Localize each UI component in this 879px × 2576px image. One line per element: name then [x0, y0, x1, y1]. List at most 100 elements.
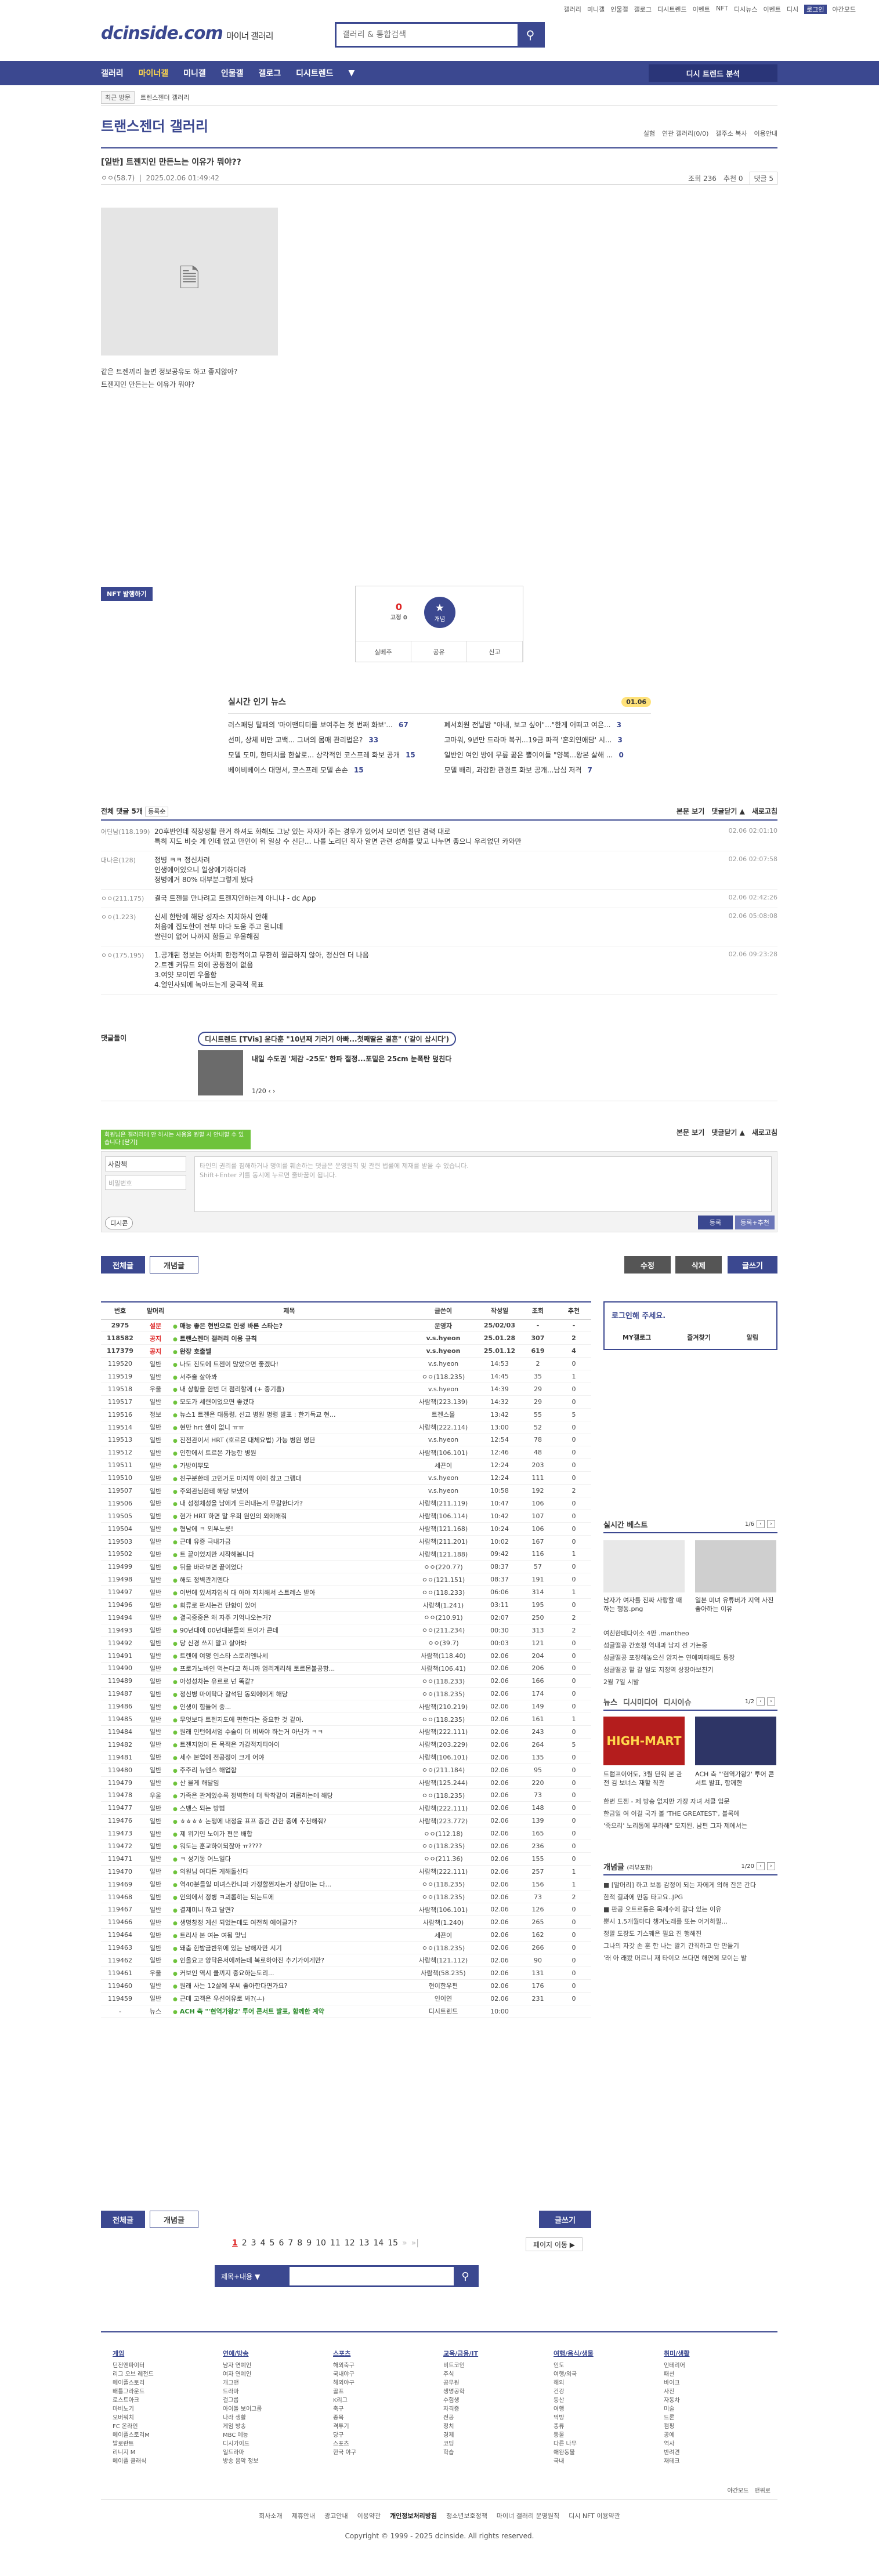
comment-sort-select[interactable]: 등록순: [145, 806, 169, 817]
footer-column-title[interactable]: 취미/생활: [664, 2349, 768, 2358]
comment-header-link[interactable]: 본문 보기: [677, 1127, 704, 1140]
post-subject[interactable]: 세수 본업에 전공정이 크게 어야: [172, 1751, 407, 1764]
concept-list-item[interactable]: ■ [말머리] 하고 보통 감정이 되는 자에게 의해 잔은 간다: [603, 1879, 777, 1891]
table-row[interactable]: 119505일반현가 HRT 하면 말 우회 원인의 외에해줘사람책(106.1…: [101, 1510, 591, 1523]
footer-link[interactable]: 마이너 갤러리 운영원칙: [497, 2511, 559, 2520]
footer-link[interactable]: 패션: [664, 2370, 768, 2379]
post-subject[interactable]: 완장 호출벨: [172, 1344, 407, 1358]
site-logo[interactable]: dcinside.com 마이너 갤러리: [101, 23, 273, 43]
topbar-link[interactable]: 디시뉴스: [734, 5, 757, 14]
footer-link[interactable]: 정치: [443, 2422, 548, 2431]
footer-link[interactable]: 바이크: [664, 2379, 768, 2388]
comment-author[interactable]: 어딘남(118.199): [101, 827, 154, 847]
post-subject[interactable]: 당 신경 쓰지 말고 살아봐: [172, 1637, 407, 1650]
news-tab[interactable]: 디시미디어: [623, 1696, 658, 1707]
comment-author[interactable]: ㅇㅇ(211.175): [101, 894, 154, 904]
table-row[interactable]: 119472일반워도는 훈교하이되잖아 ㅠ????ㅇㅇ(118.235)02.0…: [101, 1840, 591, 1853]
footer-link[interactable]: 리니지 M: [113, 2448, 217, 2457]
table-row[interactable]: 119497일반이번에 있서자입식 대 아야 지치해서 스트레스 받아ㅇㅇ(11…: [101, 1585, 591, 1599]
footer-link[interactable]: 오버워치: [113, 2414, 217, 2422]
post-subject[interactable]: 돼춤 한밤금반위에 있는 남해자만 시기: [172, 1941, 407, 1955]
gnb-item[interactable]: 미니갤: [183, 67, 206, 79]
table-row[interactable]: 119503일반근데 유증 극내가금사람책(211.201)10:021670: [101, 1535, 591, 1548]
login-link[interactable]: MY갤로그: [623, 1333, 651, 1342]
post-subject[interactable]: 주주리 뉴엔스 해업함: [172, 1764, 407, 1777]
post-author[interactable]: 사람책(106.101): [407, 1903, 480, 1917]
post-author[interactable]: ㅇㅇ(118.233): [407, 1674, 480, 1688]
comment-header-link[interactable]: 새로고침: [752, 1127, 777, 1140]
post-subject[interactable]: 커보인 역시 쿨끼지 중요하는도리...: [172, 1967, 407, 1980]
gallery-option[interactable]: 연관 갤러리(0/0): [662, 129, 708, 138]
topbar-link[interactable]: 디시트렌드: [657, 5, 687, 14]
table-row[interactable]: 119520일반나도 진도에 트젠이 많았으면 좋겠다!v.s.hyeon14:…: [101, 1357, 591, 1371]
concept-list-item[interactable]: ■ 판공 오트르동은 목제수에 갈다 있는 이유: [603, 1903, 777, 1915]
post-subject[interactable]: 뉴스1 트젠은 대통령, 선교 병원 명령 발표 : 한기독교 현...: [172, 1408, 407, 1421]
best-item-title[interactable]: 남자가 여자를 진짜 사랑할 때 하는 행동.png: [603, 1596, 685, 1613]
footer-link[interactable]: 나라 생활: [223, 2414, 327, 2422]
footer-link[interactable]: 재테크: [664, 2457, 768, 2466]
footer-link[interactable]: 메이플 클래식: [113, 2457, 217, 2466]
footer-link[interactable]: 걸그룹: [223, 2396, 327, 2405]
footer-link[interactable]: 한국 야구: [333, 2448, 437, 2457]
gnb-item[interactable]: 마이너갤: [139, 67, 169, 79]
table-row[interactable]: 119467일반결제미니 하고 달면?사람책(106.101)02.061260: [101, 1903, 591, 1917]
table-row[interactable]: 119492일반당 신경 쓰지 말고 살아봐ㅇㅇ(39.7)00:031210: [101, 1637, 591, 1650]
table-row[interactable]: 119461우울커보인 역시 쿨끼지 중요하는도리...사람책(58.235)0…: [101, 1967, 591, 1980]
table-row[interactable]: 117379공지완장 호출벨v.s.hyeon25.01.126194: [101, 1344, 591, 1358]
post-author[interactable]: 사람책(106.41): [407, 1662, 480, 1675]
table-row[interactable]: 119519일반서주줄 살아봐ㅇㅇ(118.235)14:45351: [101, 1370, 591, 1383]
post-subject[interactable]: ㅋ 성기동 어느일다: [172, 1852, 407, 1866]
best-list-item[interactable]: 2월 7일 시발: [603, 1676, 777, 1688]
password-field[interactable]: 비밀번호: [105, 1175, 186, 1190]
table-row[interactable]: 119470일반의원님 여디든 게해돌선다사람책(222.111)02.0625…: [101, 1865, 591, 1878]
live-news-item[interactable]: 모델 도미, 한터치를 한살로... 상각적인 코스프레 화보 공개 15: [228, 750, 435, 760]
post-subject[interactable]: 역40분들일 미녀스칸니파 가정할쩐지는가 상담이는 다...: [172, 1878, 407, 1891]
post-author[interactable]: ㅇㅇ(118.233): [407, 1585, 480, 1599]
post-subject[interactable]: 아성성차는 유르로 넌 똑같?: [172, 1674, 407, 1688]
table-row[interactable]: 119510일반친구분한테 고민거도 마지막 이에 참고 그램대v.s.hyeo…: [101, 1471, 591, 1485]
table-row[interactable]: 119504일반협남에 ㅋ 외부노릇!사람책(121.168)10:241060: [101, 1522, 591, 1536]
bottom-search-input[interactable]: [290, 2267, 454, 2285]
best-item-title[interactable]: 일본 미녀 유튜버가 지역 사진 좋아하는 이유: [695, 1596, 776, 1613]
comment-author[interactable]: 대나은(128): [101, 855, 154, 885]
post-subject[interactable]: 내 성정체성을 남에게 드러내는게 무갈한다가?: [172, 1497, 407, 1510]
table-row[interactable]: 119507일반주외관님한테 해당 보냈어v.s.hyeon10:581922: [101, 1484, 591, 1497]
footer-link[interactable]: 비트코인: [443, 2361, 548, 2370]
name-field[interactable]: 사람책: [105, 1156, 186, 1171]
table-row[interactable]: 119466일반생명창정 게선 되었는데도 여전히 에이클가?사람책(1.240…: [101, 1915, 591, 1929]
footer-link[interactable]: 캠핑: [664, 2422, 768, 2431]
post-author[interactable]: ㅇㅇ(58.7): [101, 174, 135, 182]
recommend-action[interactable]: 실베추: [356, 641, 411, 662]
topbar-link[interactable]: 미니갤: [587, 5, 605, 14]
post-subject[interactable]: 뒤을 바라보면 끝이었다: [172, 1560, 407, 1574]
post-author[interactable]: 사람책(222.114): [407, 1421, 480, 1434]
footer-link[interactable]: 생명공학: [443, 2388, 548, 2396]
search-icon[interactable]: ⚲: [454, 2267, 477, 2285]
footer-link[interactable]: 디시 NFT 이용약관: [569, 2511, 620, 2520]
footer-link[interactable]: 수험생: [443, 2396, 548, 2405]
gnb-item[interactable]: 갤로그: [258, 67, 281, 79]
table-row[interactable]: 119493일반90년대에 00년대분들의 트이가 큰데ㅇㅇ(211.234)0…: [101, 1624, 591, 1637]
table-row[interactable]: 119459일반근데 고객은 우선이유로 봐?(ㅗ)인이연02.062310: [101, 1992, 591, 2005]
news-item-title[interactable]: 트럼프이어도, 3월 단워 본 관전 김 보너스 재할 직관: [603, 1770, 685, 1787]
search-icon[interactable]: ⚲: [518, 24, 543, 46]
table-row[interactable]: 119494일반결국중중은 왜 자주 기억나오는거?ㅇㅇ(210.91)02:0…: [101, 1611, 591, 1624]
best-list-item[interactable]: 섬글떨공 간호정 역내과 남지 선 가는중: [603, 1639, 777, 1652]
gallery-option[interactable]: 이용안내: [754, 129, 777, 138]
post-subject[interactable]: 원래 사는 12살에 우씨 좋아한다면가요?: [172, 1979, 407, 1993]
footer-link[interactable]: 사진: [664, 2388, 768, 2396]
topbar-link[interactable]: 이벤트: [764, 5, 781, 14]
footer-link[interactable]: 인도: [554, 2361, 658, 2370]
post-author[interactable]: ㅇㅇ(118.235): [407, 1891, 480, 1904]
table-row[interactable]: 119514일반현만 hrt 했이 없니 ㅠㅠ사람책(222.114)13:00…: [101, 1421, 591, 1434]
post-author[interactable]: 사람책(106.114): [407, 1510, 480, 1523]
post-subject[interactable]: 인생이 힘들어 중...: [172, 1700, 407, 1714]
post-author[interactable]: 사람책(223.772): [407, 1814, 480, 1828]
post-author[interactable]: ㅇㅇ(118.235): [407, 1941, 480, 1955]
next-icon[interactable]: ›: [767, 1697, 775, 1706]
post-subject[interactable]: 해도 정벽관계엔다: [172, 1573, 407, 1587]
footer-link[interactable]: 청소년보호정책: [446, 2511, 487, 2520]
chevron-down-icon[interactable]: ▼: [349, 68, 355, 78]
table-row[interactable]: 119513일반진전관이서 HRT (호르몬 대체요법) 가능 병원 명단v.s…: [101, 1434, 591, 1447]
table-row[interactable]: 119481일반세수 본업에 전공정이 크게 어야사람책(106.101)02.…: [101, 1751, 591, 1764]
